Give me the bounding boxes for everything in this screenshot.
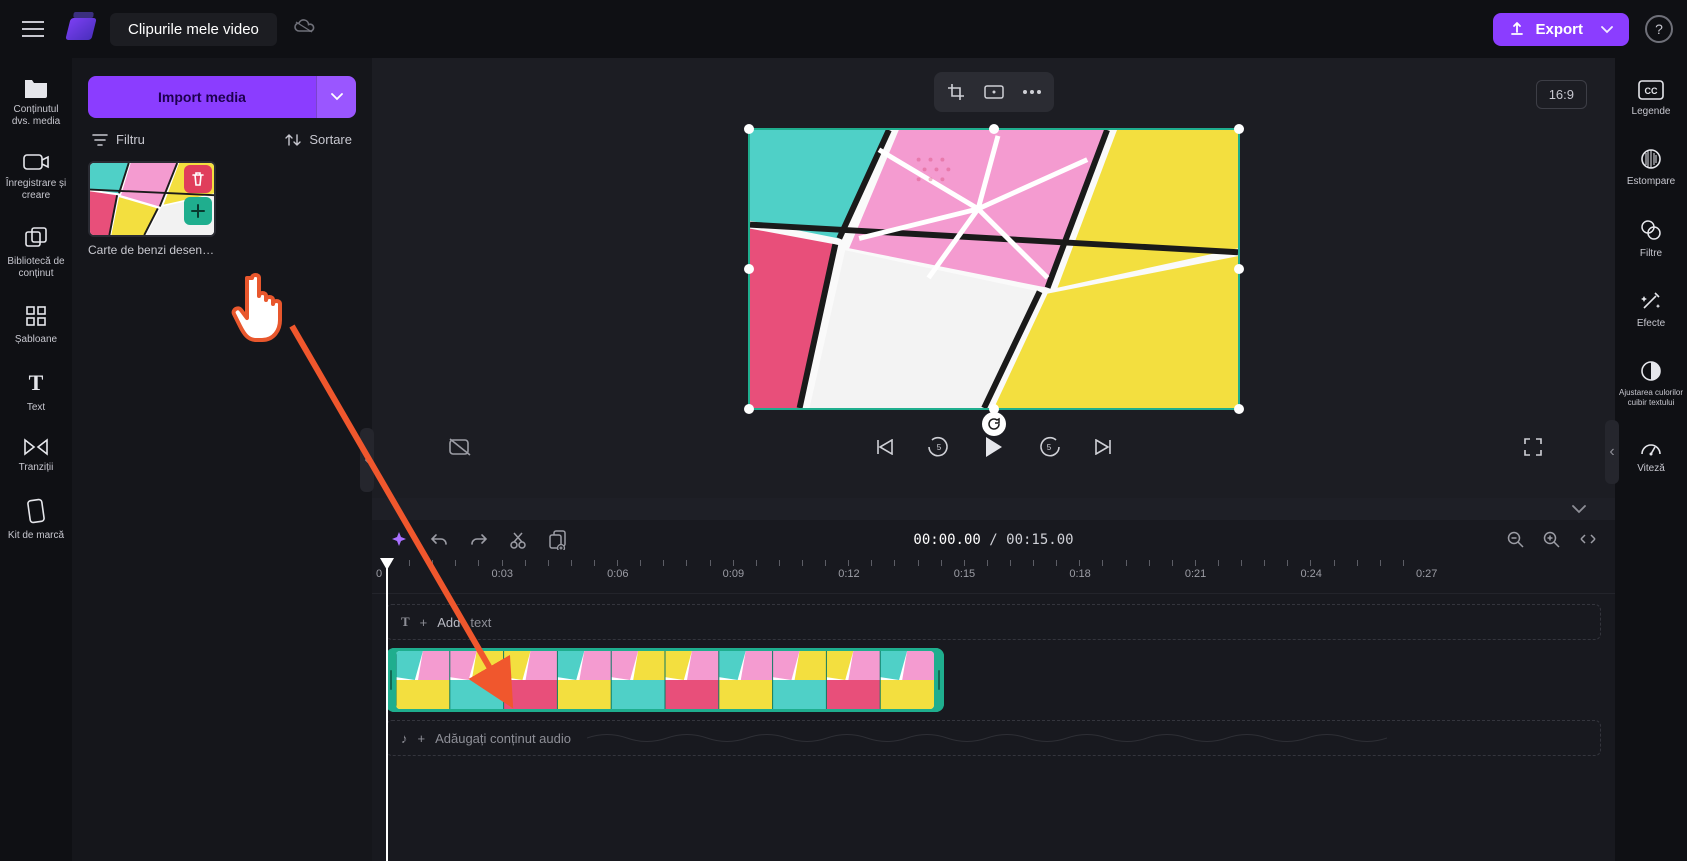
ruler-label: 0:15 [954,568,975,580]
crop-button[interactable] [938,76,974,108]
media-panel: Import media Filtru Sortare [72,58,372,861]
ruler-label: 0:09 [723,568,744,580]
redo-button[interactable] [470,532,488,548]
timeline-toolbar: 00:00.00 / 00:15.00 [372,520,1615,560]
rail-brand-kit[interactable]: Kit de marcă [4,498,68,542]
audio-track[interactable]: ♪ + Adăugați conținut audio [386,720,1601,756]
hide-preview-button[interactable] [448,437,472,457]
zoom-out-button[interactable] [1507,531,1525,549]
preview-toolbar [934,72,1054,112]
resize-handle[interactable] [744,404,754,414]
seek-end-button[interactable] [1094,439,1112,455]
export-button[interactable]: Export [1493,13,1629,46]
timeline-ruler[interactable]: 0 0:03 0:06 0:09 0:12 0:15 0:18 0:21 0:24 0:27 [372,560,1615,594]
svg-text:5: 5 [1046,443,1051,452]
rail-record-create[interactable]: Înregistrare și creare [4,152,68,202]
panel-filter-sort: Filtru Sortare [88,132,356,147]
help-button[interactable]: ? [1645,15,1673,43]
import-media-button[interactable]: Import media [88,76,316,118]
svg-text:CC: CC [1645,86,1658,96]
resize-handle[interactable] [1234,124,1244,134]
cloud-sync-icon [293,19,315,40]
ruler-label: 0:18 [1069,568,1090,580]
video-clip[interactable] [386,648,944,712]
resize-handle[interactable] [1234,404,1244,414]
timecode-display: 00:00.00 / 00:15.00 [913,532,1073,548]
menu-button[interactable] [14,13,52,45]
filter-button[interactable]: Filtru [92,132,145,147]
preview-canvas[interactable] [748,128,1240,410]
zoom-fit-button[interactable] [1579,531,1597,549]
rail-transitions[interactable]: Tranziții [4,438,68,474]
rewind-5-button[interactable]: 5 [928,436,950,458]
resize-handle[interactable] [744,124,754,134]
playback-controls: 5 5 [372,436,1615,458]
collapse-right-rail-button[interactable]: ‹ [1605,420,1619,484]
forward-5-button[interactable]: 5 [1038,436,1060,458]
left-rail: Conținutul dvs. media Înregistrare și cr… [0,58,72,861]
import-media-dropdown[interactable] [316,76,356,118]
copy-button[interactable] [548,530,566,550]
app-logo [65,18,96,40]
text-icon: T [29,370,44,396]
svg-text:5: 5 [936,443,941,452]
text-track[interactable]: T + Add text [386,604,1601,640]
zoom-in-button[interactable] [1543,531,1561,549]
center-column: ‹ 16:9 [372,58,1615,861]
playhead[interactable] [386,560,388,861]
rail-text[interactable]: T Text [4,370,68,414]
ruler-label: 0:27 [1416,568,1437,580]
ruler-label: 0 [376,568,382,580]
add-media-to-timeline-button[interactable] [184,197,212,225]
aspect-ratio-button[interactable]: 16:9 [1536,80,1587,109]
delete-media-button[interactable] [184,165,212,193]
preview-area: 16:9 [372,58,1615,498]
timeline[interactable]: 0 0:03 0:06 0:09 0:12 0:15 0:18 0:21 0:24 0:27 T … [372,560,1615,861]
rotate-handle[interactable] [982,412,1006,436]
seek-start-button[interactable] [876,439,894,455]
ai-sparkle-button[interactable] [390,531,408,549]
top-bar: Clipurile mele video Export ? [0,0,1687,58]
resize-handle[interactable] [1234,264,1244,274]
rail-captions[interactable]: CC Legende [1618,80,1684,118]
media-item-label: Carte de benzi desenate [88,243,216,257]
ruler-label: 0:03 [492,568,513,580]
right-rail: CC Legende Estompare Filtre Efecte Ajust… [1615,58,1687,861]
split-button[interactable] [510,531,526,549]
chevron-down-icon [1601,21,1613,38]
project-title[interactable]: Clipurile mele video [110,13,277,46]
ruler-label: 0:12 [838,568,859,580]
media-item-comic[interactable]: Carte de benzi desenate [88,161,216,257]
annotation-cursor-icon [230,268,302,355]
ruler-label: 0:21 [1185,568,1206,580]
sort-button[interactable]: Sortare [285,132,352,147]
rail-fade[interactable]: Estompare [1618,148,1684,188]
resize-handle[interactable] [744,264,754,274]
export-label: Export [1535,21,1583,38]
rail-effects[interactable]: Efecte [1618,290,1684,330]
play-button[interactable] [984,436,1004,458]
rail-color-adjust[interactable]: Ajustarea culorilor cuibir textului [1618,360,1684,407]
fit-button[interactable] [976,76,1012,108]
rail-templates[interactable]: Șabloane [4,304,68,346]
resize-handle[interactable] [989,124,999,134]
undo-button[interactable] [430,532,448,548]
rail-speed[interactable]: Viteză [1618,437,1684,475]
clip-trim-right[interactable] [934,648,944,712]
ruler-label: 0:06 [607,568,628,580]
rail-your-media[interactable]: Conținutul dvs. media [4,76,68,128]
import-media-group: Import media [88,76,356,118]
timeline-collapse-button[interactable] [372,498,1615,520]
more-preview-button[interactable] [1014,76,1050,108]
ruler-label: 0:24 [1300,568,1321,580]
rail-content-library[interactable]: Bibliotecă de conținut [4,226,68,280]
fullscreen-button[interactable] [1523,437,1543,457]
rail-filters[interactable]: Filtre [1618,218,1684,260]
